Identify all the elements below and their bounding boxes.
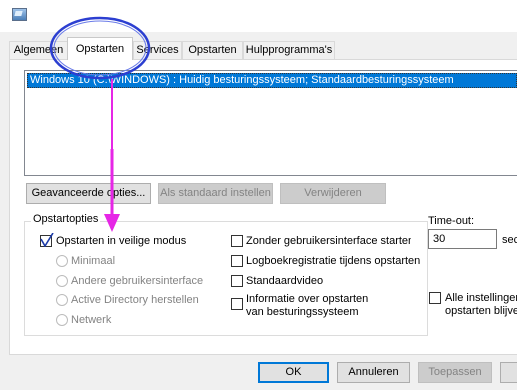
boot-entry-selected[interactable]: Windows 10 (C:\WINDOWS) : Huidig besturi…: [27, 73, 517, 88]
timeout-label: Time-out:: [428, 215, 475, 227]
make-permanent-checkbox[interactable]: [429, 292, 441, 304]
make-permanent-label-line1[interactable]: Alle instellingen: [445, 292, 517, 304]
checkmark-icon: [40, 233, 54, 247]
ok-button[interactable]: OK: [258, 362, 329, 383]
radio-alternate-shell[interactable]: [56, 275, 68, 287]
timeout-unit: sec: [502, 234, 517, 246]
no-gui-boot-checkbox[interactable]: [231, 235, 243, 247]
radio-minimal-label[interactable]: Minimaal: [71, 255, 115, 267]
radio-minimal[interactable]: [56, 255, 68, 267]
tab-hulpprogrammas[interactable]: Hulpprogramma's: [243, 41, 335, 59]
tab-opstarten-2[interactable]: Opstarten: [182, 41, 243, 59]
cancel-button[interactable]: Annuleren: [337, 362, 410, 383]
timeout-input[interactable]: 30: [428, 229, 497, 249]
radio-alternate-shell-label[interactable]: Andere gebruikersinterface: [71, 275, 203, 287]
make-permanent-label-line2[interactable]: opstarten blijve: [445, 305, 517, 317]
radio-network-label[interactable]: Netwerk: [71, 314, 111, 326]
delete-button[interactable]: Verwijderen: [280, 183, 386, 204]
radio-active-directory[interactable]: [56, 294, 68, 306]
boot-log-label[interactable]: Logboekregistratie tijdens opstarten: [246, 255, 420, 267]
no-gui-boot-label[interactable]: Zonder gebruikersinterface starten: [246, 235, 411, 247]
boot-log-checkbox[interactable]: [231, 255, 243, 267]
os-boot-info-label-line2[interactable]: van besturingssysteem: [246, 306, 359, 318]
safe-mode-label[interactable]: Opstarten in veilige modus: [56, 235, 186, 247]
tab-services[interactable]: Services: [133, 41, 182, 59]
advanced-options-button[interactable]: Geavanceerde opties...: [26, 183, 151, 204]
set-default-button[interactable]: Als standaard instellen: [158, 183, 273, 204]
tab-algemeen[interactable]: Algemeen: [9, 41, 68, 59]
radio-active-directory-label[interactable]: Active Directory herstellen: [71, 294, 199, 306]
base-video-checkbox[interactable]: [231, 275, 243, 287]
os-boot-info-label-line1[interactable]: Informatie over opstarten: [246, 293, 368, 305]
title-bar: [0, 0, 517, 32]
boot-options-title: Opstartopties: [31, 213, 101, 225]
base-video-label[interactable]: Standaardvideo: [246, 275, 323, 287]
os-boot-info-checkbox[interactable]: [231, 298, 243, 310]
tab-opstarten[interactable]: Opstarten: [67, 37, 133, 60]
system-configuration-icon: [12, 8, 27, 21]
apply-button[interactable]: Toepassen: [418, 362, 492, 383]
help-button-partial[interactable]: [500, 362, 517, 383]
safe-mode-checkbox[interactable]: [40, 233, 54, 247]
radio-network[interactable]: [56, 314, 68, 326]
